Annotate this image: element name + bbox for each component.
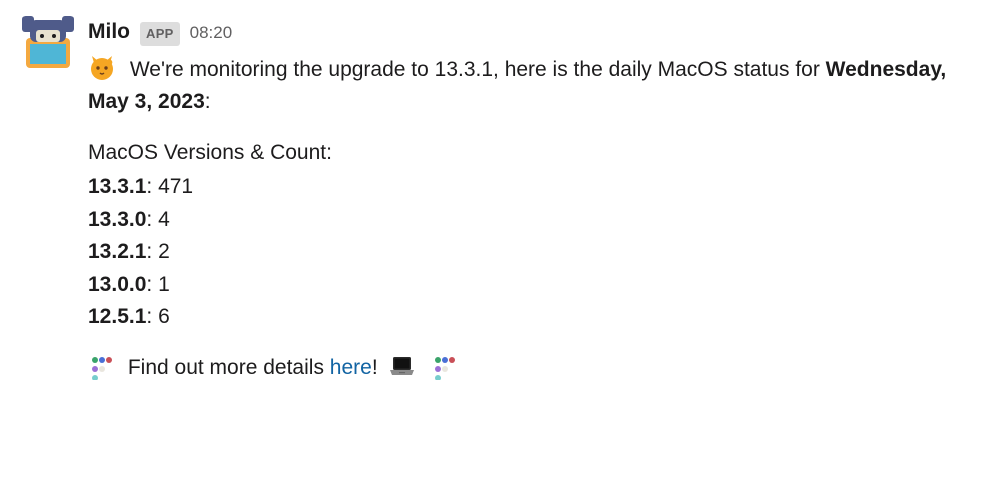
version-count: 4 bbox=[158, 208, 170, 231]
bot-name[interactable]: Milo bbox=[88, 16, 130, 49]
version-number: 13.0.0 bbox=[88, 273, 146, 296]
app-badge: APP bbox=[140, 22, 180, 46]
message-content: Milo APP 08:20 We're monitoring the upgr… bbox=[88, 16, 986, 384]
footer-text: Find out more details here! bbox=[88, 352, 986, 385]
version-row: 13.3.1: 471 bbox=[88, 171, 986, 204]
loading-dots-icon bbox=[427, 356, 459, 379]
version-row: 13.3.0: 4 bbox=[88, 204, 986, 237]
version-count: 6 bbox=[158, 305, 170, 328]
slack-message: Milo APP 08:20 We're monitoring the upgr… bbox=[20, 16, 986, 384]
laptop-icon bbox=[383, 356, 427, 379]
version-number: 12.5.1 bbox=[88, 305, 146, 328]
version-count: 1 bbox=[158, 273, 170, 296]
timestamp[interactable]: 08:20 bbox=[190, 20, 233, 46]
version-number: 13.2.1 bbox=[88, 240, 146, 263]
intro-text: We're monitoring the upgrade to 13.3.1, … bbox=[88, 53, 986, 119]
version-count: 2 bbox=[158, 240, 170, 263]
message-header: Milo APP 08:20 bbox=[88, 16, 986, 49]
cat-thumbs-up-icon bbox=[88, 58, 130, 81]
intro-post: : bbox=[205, 90, 211, 113]
footer-pre: Find out more details bbox=[128, 356, 330, 379]
version-row: 13.2.1: 2 bbox=[88, 236, 986, 269]
version-number: 13.3.1 bbox=[88, 175, 146, 198]
version-number: 13.3.0 bbox=[88, 208, 146, 231]
footer-post: ! bbox=[372, 356, 384, 379]
intro-pre: We're monitoring the upgrade to 13.3.1, … bbox=[130, 58, 826, 81]
versions-header: MacOS Versions & Count: bbox=[88, 137, 986, 170]
loading-dots-icon bbox=[88, 356, 128, 379]
details-link[interactable]: here bbox=[330, 356, 372, 379]
version-count: 471 bbox=[158, 175, 193, 198]
version-row: 12.5.1: 6 bbox=[88, 301, 986, 334]
versions-list: 13.3.1: 471 13.3.0: 4 13.2.1: 2 13.0.0: … bbox=[88, 171, 986, 334]
version-row: 13.0.0: 1 bbox=[88, 269, 986, 302]
avatar[interactable] bbox=[20, 16, 76, 384]
